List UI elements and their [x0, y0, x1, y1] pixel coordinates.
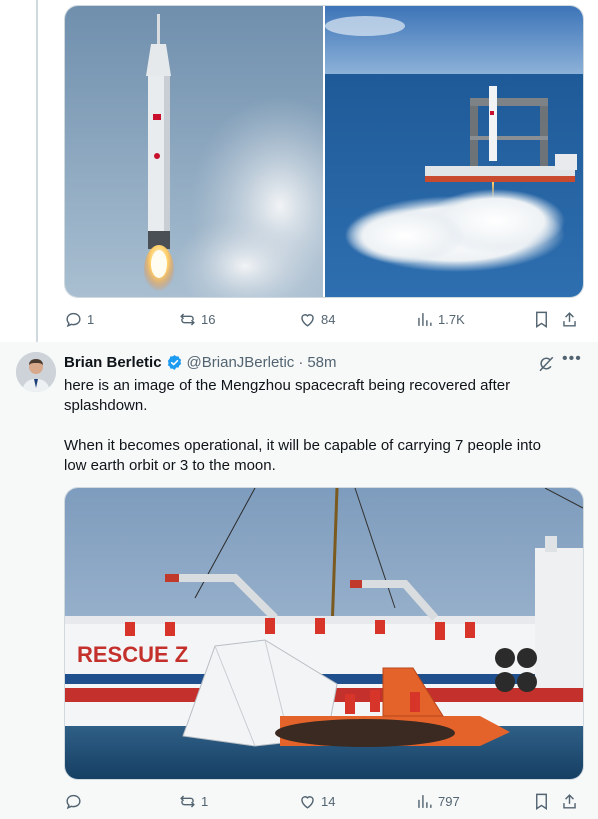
analytics-icon — [418, 312, 432, 326]
thread-connector-line — [36, 0, 38, 345]
avatar[interactable] — [16, 352, 56, 392]
view-count: 797 — [438, 793, 460, 809]
repost-button[interactable]: 16 — [178, 308, 215, 330]
author-name[interactable]: Brian Berletic — [64, 354, 162, 371]
repost-count: 1 — [201, 793, 209, 809]
separator-dot: · — [298, 354, 304, 371]
tweet2-action-bar: 1 14 797 — [64, 790, 582, 812]
share-icon — [563, 311, 576, 327]
bookmark-button[interactable] — [532, 308, 551, 330]
reply-icon — [66, 794, 81, 809]
reply-icon — [66, 312, 81, 327]
bookmark-button[interactable] — [532, 790, 551, 812]
tweet1-action-bar: 1 16 84 1.7K — [64, 308, 582, 330]
ship-label: RESCUE Z — [77, 642, 188, 667]
timestamp[interactable]: 58m — [307, 354, 336, 371]
share-icon — [563, 793, 576, 809]
like-button[interactable]: 14 — [298, 790, 335, 812]
reply-button[interactable] — [64, 790, 87, 812]
repost-icon — [180, 794, 195, 808]
tweet-header: Brian Berletic @BrianJBerletic · 58m — [64, 354, 337, 371]
media-image-rocket-launch[interactable] — [65, 6, 323, 297]
author-handle[interactable]: @BrianJBerletic — [187, 354, 295, 371]
grok-icon[interactable] — [537, 355, 555, 373]
repost-icon — [180, 312, 195, 326]
media-image-spacecraft-recovery[interactable]: RESCUE Z — [64, 487, 584, 780]
bookmark-icon — [536, 311, 547, 328]
share-button[interactable] — [560, 790, 579, 812]
tweet[interactable]: Brian Berletic @BrianJBerletic · 58m •••… — [0, 342, 598, 819]
like-button[interactable]: 84 — [298, 308, 335, 330]
bookmark-icon — [536, 793, 547, 810]
reply-count: 1 — [87, 311, 95, 327]
more-options-icon[interactable]: ••• — [562, 350, 582, 368]
like-count: 14 — [321, 793, 336, 809]
view-count: 1.7K — [438, 311, 465, 327]
repost-button[interactable]: 1 — [178, 790, 208, 812]
repost-count: 16 — [201, 311, 216, 327]
views-button[interactable]: 1.7K — [415, 308, 465, 330]
share-button[interactable] — [560, 308, 579, 330]
tweet-media-grid[interactable] — [64, 5, 584, 298]
verified-badge-icon[interactable] — [166, 354, 183, 371]
tweet-text: here is an image of the Mengzhou spacecr… — [64, 377, 541, 474]
like-count: 84 — [321, 311, 336, 327]
analytics-icon — [418, 794, 432, 808]
heart-icon — [301, 795, 314, 809]
views-button[interactable]: 797 — [415, 790, 460, 812]
heart-icon — [301, 313, 314, 327]
reply-button[interactable]: 1 — [64, 308, 94, 330]
media-image-sea-launch-platform[interactable] — [325, 6, 583, 297]
